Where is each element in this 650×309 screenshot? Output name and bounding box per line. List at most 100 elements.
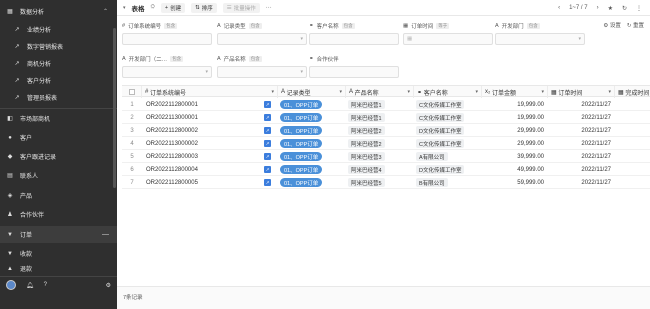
complete-date-cell[interactable] — [615, 176, 650, 189]
open-link-icon[interactable]: ↗ — [264, 176, 274, 189]
sidebar-item-partner[interactable]: ♟ 合作伙伴 — [0, 206, 117, 223]
amount-cell[interactable]: 59,999.00 — [482, 176, 548, 189]
select-all-checkbox[interactable] — [122, 86, 142, 98]
customer-cell[interactable]: B有限公司 — [416, 176, 480, 189]
filter-customer-input[interactable] — [309, 33, 399, 45]
column-header-order-id[interactable]: # 订单系统编号 ▾ — [142, 86, 278, 98]
complete-date-cell[interactable] — [615, 163, 650, 176]
order-date-cell[interactable]: 2022/11/27 — [548, 111, 615, 124]
open-link-icon[interactable]: ↗ — [264, 124, 274, 137]
complete-date-cell[interactable] — [615, 150, 650, 163]
order-date-cell[interactable]: 2022/11/27 — [548, 137, 615, 150]
column-header-complete-date[interactable]: ▦ 完成时间 — [615, 86, 650, 98]
order-date-cell[interactable]: 2022/11/27 — [548, 124, 615, 137]
open-link-icon[interactable]: ↗ — [264, 163, 274, 176]
customer-cell[interactable]: D文化传媒工作室 — [416, 163, 480, 176]
order-date-cell[interactable]: 2022/11/27 — [548, 163, 615, 176]
customer-cell[interactable]: C文化传媒工作室 — [416, 137, 480, 150]
complete-date-cell[interactable] — [615, 111, 650, 124]
product-cell[interactable]: 阿米巴经营4 — [348, 163, 412, 176]
open-link-icon[interactable]: ↗ — [264, 137, 274, 150]
sidebar-item-customer-analysis[interactable]: ↗ 客户分析 — [0, 72, 117, 89]
chevron-down-icon[interactable]: ▾ — [123, 5, 126, 11]
order-id-cell[interactable]: OR2022112800002 — [146, 124, 256, 137]
order-date-cell[interactable]: 2022/11/27 — [548, 150, 615, 163]
user-settings-icon[interactable]: ⚙ — [106, 282, 111, 289]
customer-cell[interactable]: C文化传媒工作室 — [416, 98, 480, 111]
amount-cell[interactable]: 19,999.00 — [482, 111, 548, 124]
sidebar-item-contact[interactable]: ▤ 联系人 — [0, 167, 117, 184]
sidebar-scrollbar[interactable] — [113, 28, 116, 188]
amount-cell[interactable]: 29,999.00 — [482, 124, 548, 137]
table-row[interactable]: 1 OR2022112800001 ↗ 01、OPP订单 阿米巴经营1 C文化传媒工作室 1… — [122, 98, 650, 111]
product-cell[interactable]: 阿米巴经营2 — [348, 137, 412, 150]
prev-page-icon[interactable]: ‹ — [558, 5, 560, 11]
complete-date-cell[interactable] — [615, 98, 650, 111]
complete-date-cell[interactable] — [615, 124, 650, 137]
order-id-cell[interactable]: OR2022112800003 — [146, 150, 256, 163]
order-id-cell[interactable]: OR2022112800004 — [146, 163, 256, 176]
filter-record-type-select[interactable]: ▾ — [217, 33, 307, 45]
sidebar-item-digital-marketing[interactable]: ↗ 数字营销报表 — [0, 38, 117, 55]
sidebar-item-product[interactable]: ◈ 产品 — [0, 187, 117, 204]
sidebar-item-data-analysis[interactable]: ▦ 数据分析 ⌃ — [0, 3, 117, 20]
filter-order-id-input[interactable] — [122, 33, 212, 45]
table-row[interactable]: 6 OR2022112800004 ↗ 01、OPP订单 阿米巴经营4 D文化传媒工作室 4… — [122, 163, 650, 176]
amount-cell[interactable]: 19,999.00 — [482, 98, 548, 111]
amount-cell[interactable]: 29,999.00 — [482, 137, 548, 150]
open-link-icon[interactable]: ↗ — [264, 150, 274, 163]
filter-dev-dept-2-select[interactable]: ▾ — [122, 66, 212, 78]
table-row[interactable]: 4 OR2022113000002 ↗ 01、OPP订单 阿米巴经营2 C文化传媒工作室 2… — [122, 137, 650, 150]
customer-cell[interactable]: A有限公司 — [416, 150, 480, 163]
open-link-icon[interactable]: ↗ — [264, 111, 274, 124]
open-link-icon[interactable]: ↗ — [264, 98, 274, 111]
bell-icon[interactable]: 🔔︎ — [26, 282, 34, 289]
filter-product-select[interactable]: ▾ — [217, 66, 307, 78]
record-type-cell[interactable]: 01、OPP订单 — [280, 124, 344, 137]
record-type-cell[interactable]: 01、OPP订单 — [280, 98, 344, 111]
record-type-cell[interactable]: 01、OPP订单 — [280, 111, 344, 124]
amount-cell[interactable]: 39,999.00 — [482, 150, 548, 163]
product-cell[interactable]: 阿米巴经营3 — [348, 150, 412, 163]
column-header-product[interactable]: A 产品名称 ▾ — [346, 86, 414, 98]
avatar[interactable] — [6, 280, 16, 290]
product-cell[interactable]: 阿米巴经营2 — [348, 124, 412, 137]
sidebar-item-admin-report[interactable]: ↗ 管理员报表 — [0, 89, 117, 106]
customer-cell[interactable]: C文化传媒工作室 — [416, 111, 480, 124]
sidebar-item-market-opportunity[interactable]: ◧ 市场部商机 — [0, 110, 117, 127]
product-cell[interactable]: 阿米巴经营1 — [348, 111, 412, 124]
order-id-cell[interactable]: OR2022113000001 — [146, 111, 256, 124]
filter-partner-input[interactable] — [309, 66, 399, 78]
record-type-cell[interactable]: 01、OPP订单 — [280, 163, 344, 176]
customer-cell[interactable]: D文化传媒工作室 — [416, 124, 480, 137]
filter-dev-dept-select[interactable]: ▾ — [495, 33, 585, 45]
refresh-icon[interactable]: ↻ — [622, 5, 627, 12]
amount-cell[interactable]: 49,999.00 — [482, 163, 548, 176]
sidebar-item-payment[interactable]: ▼ 收款 — [0, 245, 117, 262]
batch-button[interactable]: ☰ 批量操作 — [222, 2, 260, 13]
column-header-customer[interactable]: ⚭ 客户名称 ▾ — [414, 86, 482, 98]
create-button[interactable]: + 创建 — [160, 2, 186, 13]
sidebar-item-refund[interactable]: ▲ 退款 — [0, 264, 117, 274]
reset-button[interactable]: ↻ 重置 — [627, 21, 644, 29]
table-row[interactable]: 7 OR2022112800005 ↗ 01、OPP订单 阿米巴经营5 B有限公司 59,9… — [122, 176, 650, 189]
table-row[interactable]: 2 OR2022113000001 ↗ 01、OPP订单 阿米巴经营1 C文化传媒工作室 1… — [122, 111, 650, 124]
order-date-cell[interactable]: 2022/11/27 — [548, 98, 615, 111]
more-icon[interactable]: ⋮ — [636, 5, 642, 12]
record-type-cell[interactable]: 01、OPP订单 — [280, 137, 344, 150]
star-icon[interactable]: ★ — [608, 5, 613, 12]
column-header-amount[interactable]: x₂ 订单金额 ▾ — [482, 86, 548, 98]
more-button[interactable]: ··· — [266, 5, 272, 11]
sort-button[interactable]: ⇅ 排序 — [191, 2, 217, 13]
share-icon[interactable]: ⛭ — [151, 4, 155, 11]
view-title[interactable]: 表格 — [132, 3, 145, 13]
sidebar-item-performance[interactable]: ↗ 业绩分析 — [0, 21, 117, 38]
collapse-icon[interactable]: — — [102, 231, 109, 238]
order-id-cell[interactable]: OR2022112800001 — [146, 98, 256, 111]
order-id-cell[interactable]: OR2022113000002 — [146, 137, 256, 150]
record-type-cell[interactable]: 01、OPP订单 — [280, 150, 344, 163]
table-row[interactable]: 5 OR2022112800003 ↗ 01、OPP订单 阿米巴经营3 A有限公司 39,9… — [122, 150, 650, 163]
next-page-icon[interactable]: › — [597, 5, 599, 11]
product-cell[interactable]: 阿米巴经营5 — [348, 176, 412, 189]
column-header-order-date[interactable]: ▦ 订单时间 ▾ — [548, 86, 615, 98]
